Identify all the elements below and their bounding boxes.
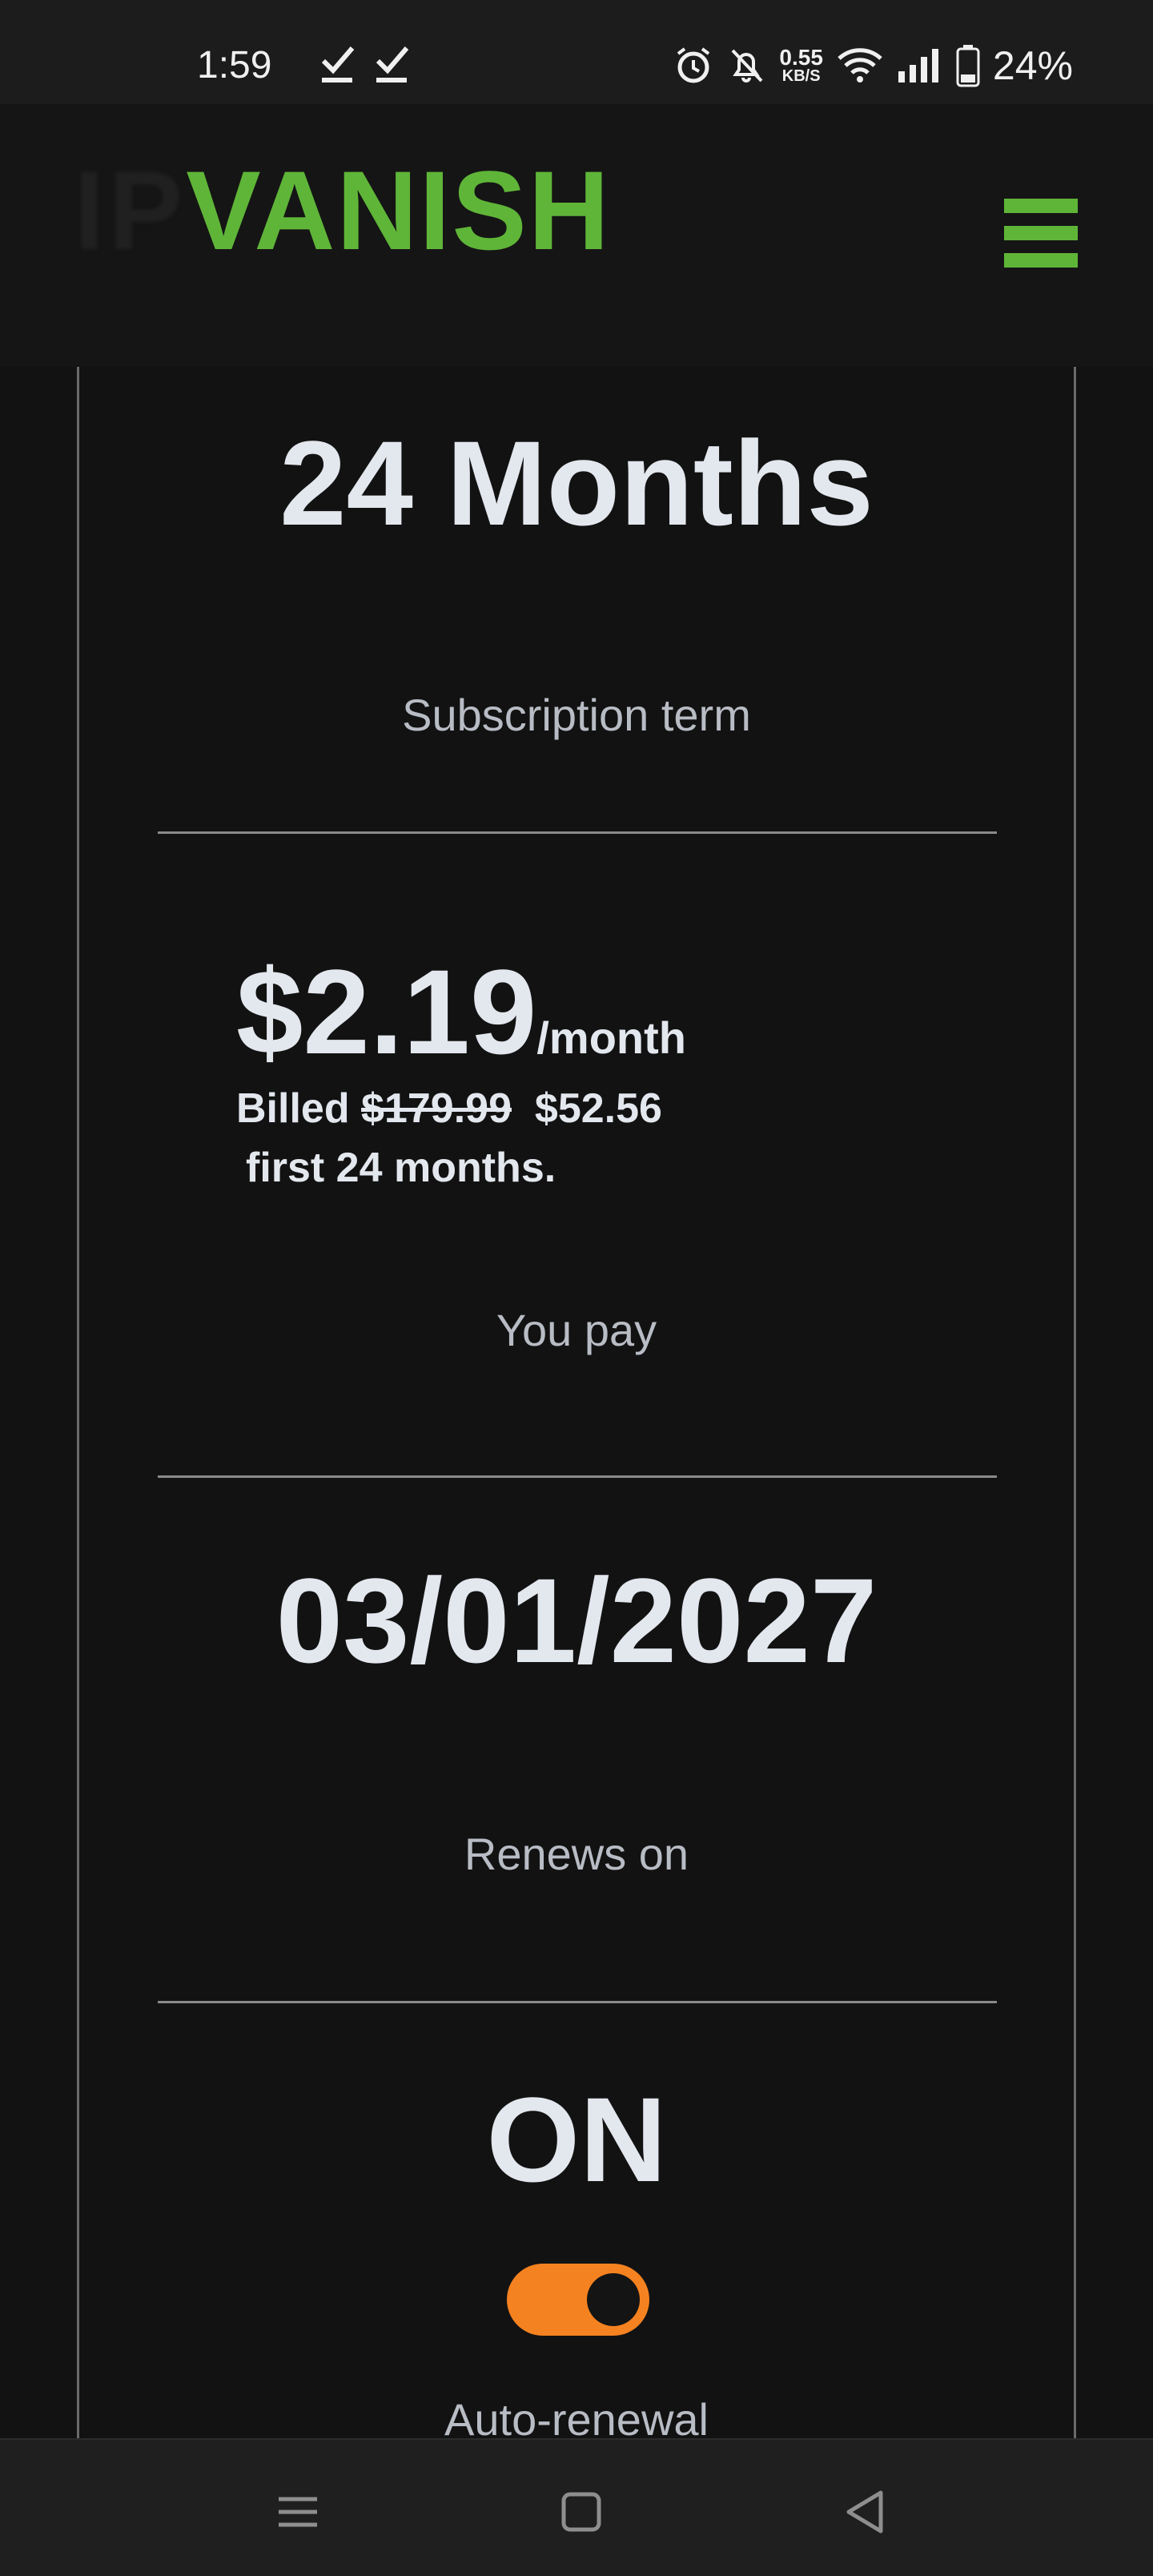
app-header: IP VANISH [0,104,1153,367]
divider [158,831,997,834]
hamburger-menu-icon[interactable] [1004,199,1078,268]
network-speed-value: 0.55 [779,45,823,70]
check-icon [321,46,355,83]
bell-muted-icon [731,49,763,83]
signal-icon [898,49,938,83]
back-icon[interactable] [833,2480,897,2544]
billed-prefix: Billed [236,1085,350,1132]
network-speed: 0.55 KB/S [779,45,823,85]
billed-line: Billed $179.99 $52.56 [236,1080,662,1137]
logo-vanish-text: VANISH [186,147,611,273]
system-nav-bar [0,2438,1153,2576]
recent-apps-icon[interactable] [266,2480,330,2544]
battery-icon [956,45,980,87]
home-icon[interactable] [549,2480,613,2544]
billed-old-price: $179.99 [361,1085,512,1132]
network-speed-unit: KB/S [781,67,821,85]
status-icons: 0.55 KB/S 24% [673,40,1073,91]
divider [158,1475,997,1478]
logo-ip-text: IP [74,147,187,273]
toggle-knob [587,2273,640,2326]
subscription-term-value: 24 Months [279,416,874,550]
check-icon [376,46,409,83]
subscription-card: 24 Months Subscription term $2.19/month … [77,367,1076,2445]
price-value: $2.19 [236,944,537,1079]
wifi-icon [838,48,882,83]
subscription-term-label: Subscription term [402,690,751,740]
divider [158,2001,997,2003]
auto-renew-status: ON [486,2072,667,2207]
billed-new-price: $52.56 [534,1085,662,1132]
auto-renew-toggle[interactable] [507,2264,649,2336]
status-bar: 1:59 0.55 KB/S 24% [0,0,1153,104]
billed-period: first 24 months. [246,1145,556,1191]
ipvanish-logo[interactable]: IP VANISH [74,146,611,273]
renews-on-label: Renews on [464,1829,689,1879]
you-pay-label: You pay [496,1305,657,1355]
alarm-icon [677,47,710,83]
battery-percent: 24% [992,43,1073,88]
renew-date: 03/01/2027 [275,1553,878,1688]
price-display: $2.19/month [236,944,686,1080]
status-time: 1:59 [197,44,272,87]
price-unit: /month [536,1012,686,1063]
